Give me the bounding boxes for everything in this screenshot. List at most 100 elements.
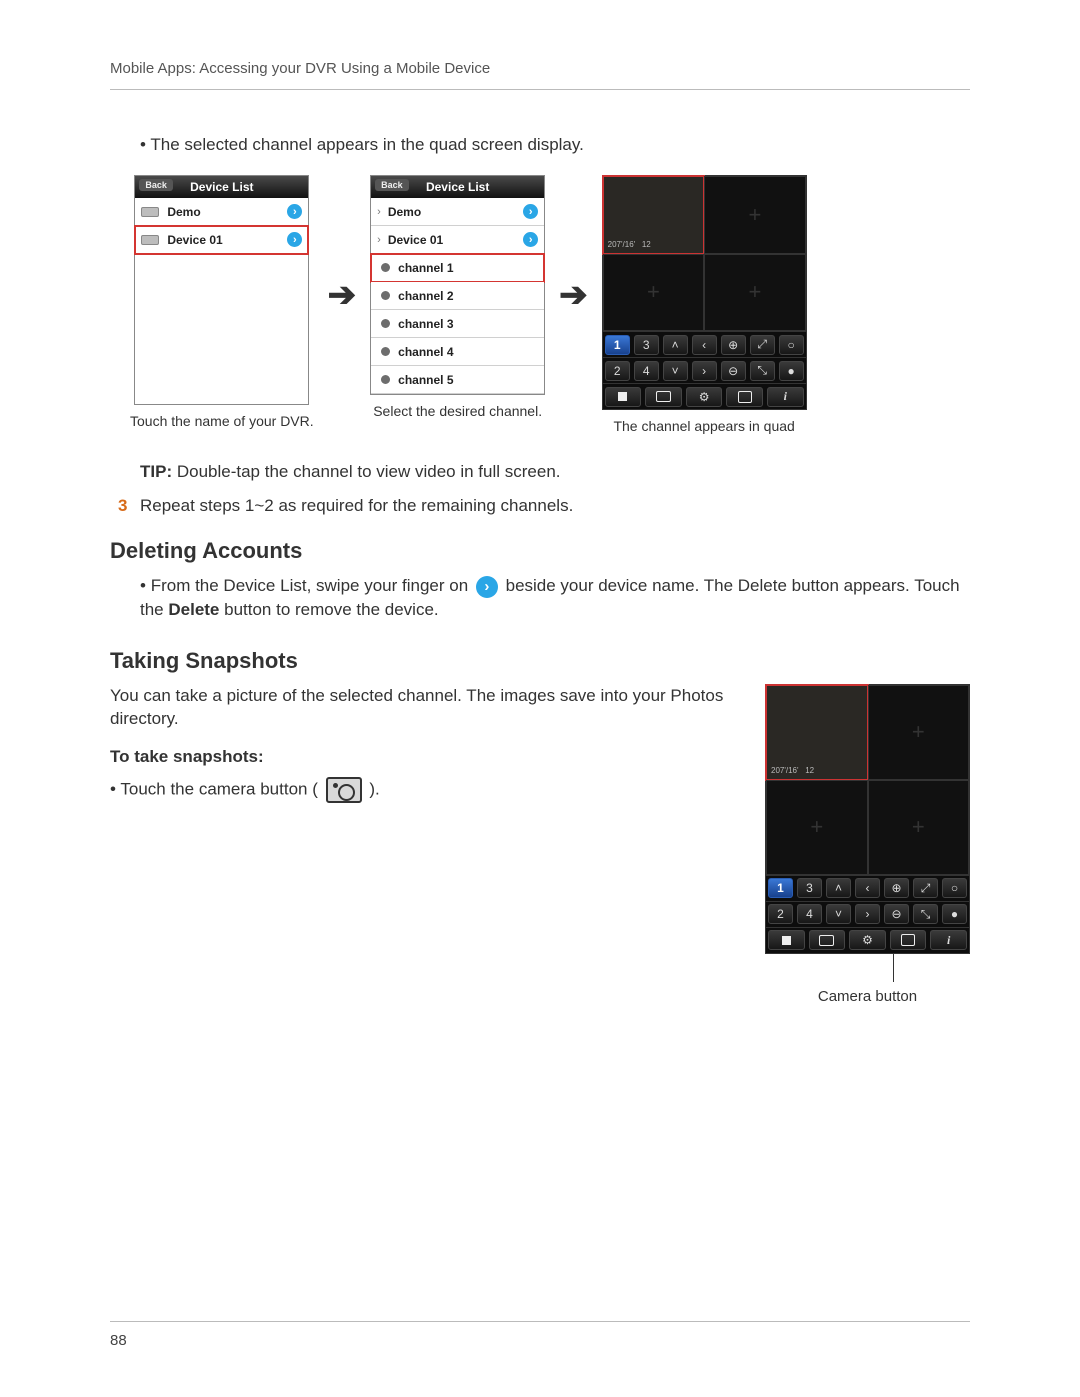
panel-b-title: Device List — [426, 180, 489, 194]
viewer-btn-shrink[interactable]: ⤡ — [750, 361, 775, 381]
page-footer: 88 — [110, 1321, 970, 1349]
channel-label: channel 2 — [398, 289, 453, 303]
viewer-btn-right[interactable]: › — [855, 904, 880, 924]
viewer-btn-settings[interactable] — [686, 387, 723, 407]
viewer-btn-info[interactable] — [930, 930, 967, 950]
channel-row[interactable]: channel 5 — [371, 366, 544, 394]
viewer-btn-rec-on[interactable]: ● — [779, 361, 804, 381]
viewer-btn-zoom-out[interactable]: ⊖ — [721, 361, 746, 381]
camera-button-callout: Camera button — [765, 988, 970, 1005]
device-row[interactable]: Demo › — [135, 198, 308, 226]
viewer-btn-rec-on[interactable]: ● — [942, 904, 967, 924]
viewer-btn-expand[interactable]: ⤢ — [750, 335, 775, 355]
quad-cell[interactable]: + — [868, 685, 970, 780]
del-bold: Delete — [168, 600, 219, 619]
device-list-panel-b: Back Device List › Demo › › Device 01 › … — [370, 175, 545, 395]
device-label: Device 01 — [167, 233, 222, 247]
viewer-btn-2[interactable]: 2 — [768, 904, 793, 924]
back-button[interactable]: Back — [139, 179, 173, 191]
viewer-btn-stop[interactable] — [768, 930, 805, 950]
panel-b-caption: Select the desired channel. — [373, 403, 542, 419]
quad-viewer-snapshot: 207'/16' 12 + + + 1 3 ˄ ‹ ⊕ ⤢ ○ 2 4 — [765, 684, 970, 954]
quad-cell-active[interactable]: 207'/16' 12 — [766, 685, 868, 780]
camera-icon — [326, 777, 362, 803]
viewer-btn-up[interactable]: ˄ — [663, 335, 688, 355]
viewer-btn-left[interactable]: ‹ — [692, 335, 717, 355]
device-row[interactable]: › Device 01 › — [371, 226, 544, 254]
channel-label: channel 4 — [398, 345, 453, 359]
viewer-btn-up[interactable]: ˄ — [826, 878, 851, 898]
panel-b-header: Back Device List — [371, 176, 544, 198]
viewer-btn-4[interactable]: 4 — [634, 361, 659, 381]
chevron-icon: › — [523, 232, 538, 247]
viewer-btn-info[interactable] — [767, 387, 804, 407]
quad-cell[interactable]: + — [704, 176, 806, 254]
channel-dot-icon — [381, 263, 390, 272]
channel-label: channel 5 — [398, 373, 453, 387]
device-label: Demo — [167, 205, 200, 219]
figure-row: Back Device List Demo › Device 01 › Touc… — [130, 175, 970, 434]
snap-part-a: Touch the camera button ( — [120, 780, 322, 799]
channel-dot-icon — [381, 375, 390, 384]
expand-icon: › — [377, 234, 381, 246]
arrow-icon: ➔ — [322, 275, 363, 315]
channel-row[interactable]: channel 2 — [371, 282, 544, 310]
viewer-btn-down[interactable]: ˅ — [663, 361, 688, 381]
viewer-btn-camera[interactable] — [809, 930, 846, 950]
viewer-btn-2[interactable]: 2 — [605, 361, 630, 381]
viewer-btn-camera[interactable] — [645, 387, 682, 407]
tip-line: TIP: Double-tap the channel to view vide… — [140, 462, 970, 482]
device-list-panel-a: Back Device List Demo › Device 01 › — [134, 175, 309, 405]
viewer-btn-settings[interactable] — [849, 930, 886, 950]
page-number: 88 — [110, 1332, 127, 1349]
viewer-btn-zoom-out[interactable]: ⊖ — [884, 904, 909, 924]
viewer-btn-down[interactable]: ˅ — [826, 904, 851, 924]
chevron-icon: › — [287, 204, 302, 219]
viewer-btn-right[interactable]: › — [692, 361, 717, 381]
viewer-btn-stop[interactable] — [605, 387, 642, 407]
viewer-btn-3[interactable]: 3 — [634, 335, 659, 355]
panel-a-title: Device List — [190, 180, 253, 194]
deleting-bullet: • From the Device List, swipe your finge… — [140, 574, 970, 622]
device-row[interactable]: Device 01 › — [135, 226, 308, 254]
quad-cell[interactable]: + — [704, 254, 806, 332]
viewer-btn-list[interactable] — [726, 387, 763, 407]
viewer-btn-zoom-in[interactable]: ⊕ — [884, 878, 909, 898]
snapshot-bullet: • Touch the camera button ( ). — [110, 777, 735, 803]
panel-a-header: Back Device List — [135, 176, 308, 198]
del-part-c: button to remove the device. — [219, 600, 438, 619]
quad-cell[interactable]: + — [868, 780, 970, 875]
back-button[interactable]: Back — [375, 179, 409, 191]
intro-bullet-text: The selected channel appears in the quad… — [150, 135, 583, 154]
callout-line — [893, 954, 894, 982]
quad-viewer: 207'/16' 12 + + + 1 3 ˄ ‹ ⊕ ⤢ ○ 2 4 — [602, 175, 807, 410]
quad-cell[interactable]: + — [603, 254, 705, 332]
viewer-btn-rec-off[interactable]: ○ — [779, 335, 804, 355]
device-row[interactable]: › Demo › — [371, 198, 544, 226]
channel-row[interactable]: channel 3 — [371, 310, 544, 338]
viewer-btn-rec-off[interactable]: ○ — [942, 878, 967, 898]
viewer-btn-4[interactable]: 4 — [797, 904, 822, 924]
arrow-circle-icon: › — [476, 576, 498, 598]
step-number: 3 — [118, 496, 140, 516]
chevron-icon: › — [287, 232, 302, 247]
viewer-btn-1[interactable]: 1 — [605, 335, 630, 355]
channel-row[interactable]: channel 4 — [371, 338, 544, 366]
viewer-btn-zoom-in[interactable]: ⊕ — [721, 335, 746, 355]
quad-cell-active[interactable]: 207'/16' 12 — [603, 176, 705, 254]
panel-c-caption: The channel appears in quad — [613, 418, 794, 434]
device-label: Demo — [388, 205, 421, 219]
channel-row[interactable]: channel 1 — [371, 254, 544, 282]
viewer-btn-1[interactable]: 1 — [768, 878, 793, 898]
viewer-btn-3[interactable]: 3 — [797, 878, 822, 898]
viewer-btn-shrink[interactable]: ⤡ — [913, 904, 938, 924]
del-part-a: From the Device List, swipe your finger … — [151, 576, 473, 595]
quad-cell[interactable]: + — [766, 780, 868, 875]
viewer-btn-left[interactable]: ‹ — [855, 878, 880, 898]
arrow-icon: ➔ — [553, 275, 594, 315]
viewer-btn-list[interactable] — [890, 930, 927, 950]
viewer-btn-expand[interactable]: ⤢ — [913, 878, 938, 898]
step-3: 3 Repeat steps 1~2 as required for the r… — [118, 496, 970, 516]
channel-dot-icon — [381, 319, 390, 328]
section-deleting-accounts: Deleting Accounts — [110, 538, 970, 564]
